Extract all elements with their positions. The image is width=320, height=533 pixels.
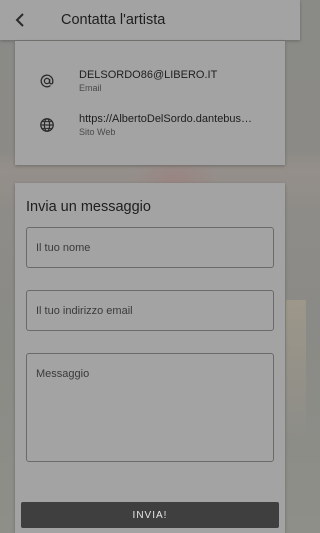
website-label: Sito Web	[79, 127, 116, 137]
globe-icon	[39, 117, 55, 133]
email-input[interactable]	[26, 290, 274, 331]
page-title: Contatta l'artista	[61, 12, 166, 28]
chevron-left-icon	[15, 13, 24, 27]
contact-info-card: DELSORDO86@LIBERO.IT Email https://Alber…	[15, 41, 285, 165]
back-button[interactable]	[0, 0, 40, 40]
website-row[interactable]: https://AlbertoDelSordo.dantebus… Sito W…	[15, 107, 285, 147]
message-form-title: Invia un messaggio	[26, 199, 151, 215]
email-label: Email	[79, 83, 102, 93]
background-image-edge	[286, 300, 306, 440]
app-bar: Contatta l'artista	[0, 0, 300, 40]
website-value: https://AlbertoDelSordo.dantebus…	[79, 113, 253, 125]
name-input[interactable]	[26, 227, 274, 268]
email-value: DELSORDO86@LIBERO.IT	[79, 69, 218, 81]
at-icon	[39, 73, 55, 89]
email-row[interactable]: DELSORDO86@LIBERO.IT Email	[15, 63, 285, 103]
message-form-card: Invia un messaggio	[15, 183, 285, 533]
send-button[interactable]: INVIA!	[21, 502, 279, 528]
message-textarea[interactable]	[26, 353, 274, 462]
